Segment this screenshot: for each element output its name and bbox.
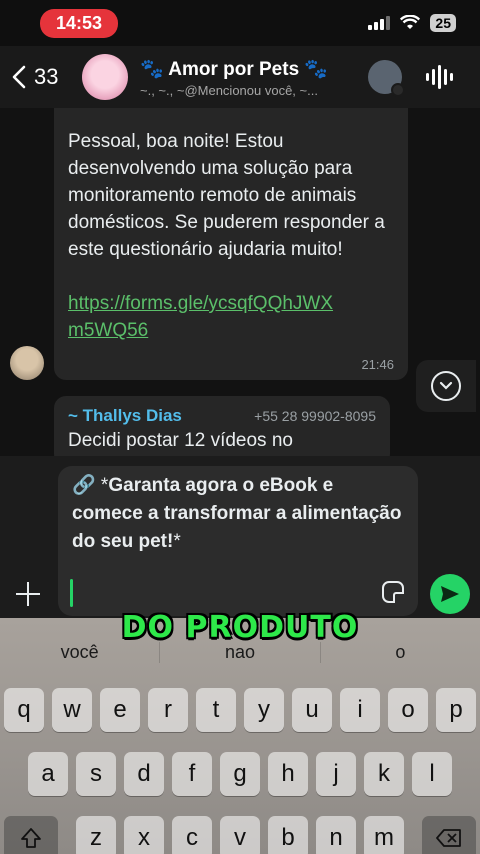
key-x[interactable]: x bbox=[124, 816, 164, 854]
battery-icon: 25 bbox=[430, 14, 456, 32]
signal-icon bbox=[368, 16, 391, 30]
key-h[interactable]: h bbox=[268, 752, 308, 796]
key-r[interactable]: r bbox=[148, 688, 188, 732]
key-g[interactable]: g bbox=[220, 752, 260, 796]
group-title: 🐾 Amor por Pets 🐾 bbox=[140, 58, 329, 80]
sender-avatar[interactable] bbox=[10, 346, 44, 380]
key-row-3: z x c v b n m bbox=[0, 816, 480, 854]
shift-key[interactable] bbox=[4, 816, 58, 854]
group-subtitle: ~., ~., ~@Mencionou você, ~... bbox=[140, 82, 318, 98]
key-o[interactable]: o bbox=[388, 688, 428, 732]
key-f[interactable]: f bbox=[172, 752, 212, 796]
key-z[interactable]: z bbox=[76, 816, 116, 854]
sticker-icon[interactable] bbox=[382, 581, 404, 603]
draft-bold-text: Garanta agora o eBook e comece a transfo… bbox=[72, 475, 402, 552]
chevron-down-icon bbox=[391, 83, 405, 97]
message-link[interactable]: https://forms.gle/ycsqfQQhJWXm5WQ56 bbox=[68, 290, 338, 344]
chevron-down-icon bbox=[431, 371, 461, 401]
key-q[interactable]: q bbox=[4, 688, 44, 732]
message-bubble[interactable]: Pessoal, boa noite! Estou desenvolvendo … bbox=[54, 108, 408, 380]
attach-plus-icon[interactable] bbox=[14, 580, 42, 608]
chevron-left-icon bbox=[12, 65, 26, 89]
send-icon bbox=[441, 586, 459, 602]
key-a[interactable]: a bbox=[28, 752, 68, 796]
text-cursor bbox=[70, 579, 73, 607]
message-time: 21:46 bbox=[361, 357, 394, 372]
status-bar: 14:53 25 bbox=[0, 0, 480, 46]
key-p[interactable]: p bbox=[436, 688, 476, 732]
sender-name[interactable]: ~ Thallys Dias bbox=[68, 406, 182, 426]
group-info[interactable]: 🐾 Amor por Pets 🐾 ~., ~., ~@Mencionou vo… bbox=[140, 57, 354, 98]
draft-suffix: * bbox=[173, 531, 181, 552]
shift-icon bbox=[21, 828, 41, 848]
key-y[interactable]: y bbox=[244, 688, 284, 732]
key-k[interactable]: k bbox=[364, 752, 404, 796]
key-n[interactable]: n bbox=[316, 816, 356, 854]
sender-phone: +55 28 99902-8095 bbox=[254, 408, 376, 424]
key-b[interactable]: b bbox=[268, 816, 308, 854]
key-v[interactable]: v bbox=[220, 816, 260, 854]
message-text: Decidi postar 12 vídeos no bbox=[68, 430, 293, 451]
scroll-down-button[interactable] bbox=[416, 360, 476, 412]
key-j[interactable]: j bbox=[316, 752, 356, 796]
chat-header: 33 🐾 Amor por Pets 🐾 ~., ~., ~@Mencionou… bbox=[0, 46, 480, 108]
unread-count: 33 bbox=[34, 64, 59, 89]
key-w[interactable]: w bbox=[52, 688, 92, 732]
draft-prefix: 🔗 * bbox=[72, 475, 109, 496]
key-s[interactable]: s bbox=[76, 752, 116, 796]
mention-avatar[interactable] bbox=[368, 60, 405, 97]
draft-text[interactable]: 🔗 *Garanta agora o eBook e comece a tran… bbox=[58, 466, 418, 578]
voice-chat-icon[interactable] bbox=[426, 65, 453, 89]
key-u[interactable]: u bbox=[292, 688, 332, 732]
key-c[interactable]: c bbox=[172, 816, 212, 854]
key-row-1: q w e r t y u i o p bbox=[0, 688, 480, 732]
key-t[interactable]: t bbox=[196, 688, 236, 732]
wifi-icon bbox=[400, 15, 421, 29]
key-l[interactable]: l bbox=[412, 752, 452, 796]
keyboard: você nao o q w e r t y u i o p a s d f g… bbox=[0, 618, 480, 854]
backspace-icon bbox=[436, 829, 461, 847]
video-caption-overlay: DO PRODUTO bbox=[121, 610, 359, 645]
backspace-key[interactable] bbox=[422, 816, 476, 854]
key-row-2: a s d f g h j k l bbox=[0, 752, 480, 796]
send-button[interactable] bbox=[430, 574, 470, 614]
key-e[interactable]: e bbox=[100, 688, 140, 732]
message-text: Pessoal, boa noite! Estou desenvolvendo … bbox=[68, 131, 385, 260]
key-m[interactable]: m bbox=[364, 816, 404, 854]
key-d[interactable]: d bbox=[124, 752, 164, 796]
status-icons: 25 bbox=[368, 14, 456, 32]
status-time: 14:53 bbox=[40, 8, 119, 38]
group-avatar[interactable] bbox=[82, 54, 128, 100]
back-button[interactable]: 33 bbox=[0, 64, 76, 90]
key-i[interactable]: i bbox=[340, 688, 380, 732]
